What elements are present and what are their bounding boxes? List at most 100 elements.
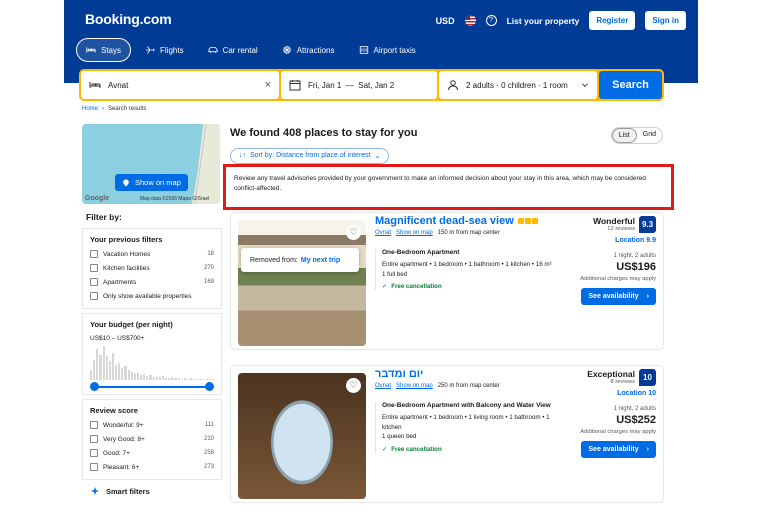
list-property-link[interactable]: List your property [507, 16, 580, 26]
filter-row[interactable]: Apartments 169 [90, 278, 214, 286]
property-card: ♡ Removed from: My next trip Magnificent… [230, 212, 664, 350]
star-icon [524, 218, 531, 224]
removed-label: Removed from: [250, 256, 298, 264]
location-score: Location 10 [617, 390, 656, 397]
score-word: Wonderful [593, 216, 635, 226]
property-title[interactable]: יום ומדבר [375, 368, 423, 380]
search-button[interactable]: Search [599, 71, 662, 99]
chevron-right-icon: › [646, 293, 649, 300]
currency-selector[interactable]: USD [436, 16, 455, 26]
dates-value: Fri, Jan 1 — Sat, Jan 2 [308, 80, 395, 90]
budget-slider[interactable] [90, 382, 214, 392]
smart-filters[interactable]: Smart filters [82, 486, 222, 496]
nav-attractions[interactable]: Attractions [272, 38, 345, 62]
property-title[interactable]: Magnificent dead-sea view [375, 215, 514, 227]
filter-row[interactable]: Very Good: 8+ 210 [90, 435, 214, 443]
guests-field[interactable]: 2 adults · 0 children · 1 room [439, 71, 597, 99]
slider-max-handle[interactable] [205, 382, 214, 391]
filter-label: Good: 7+ [103, 449, 130, 457]
show-on-map-button[interactable]: Show on map [115, 174, 188, 191]
see-availability-button[interactable]: See availability › [581, 441, 656, 458]
heart-icon[interactable]: ♡ [346, 378, 361, 393]
map-pin-icon [123, 178, 129, 187]
filter-label: Pleasant: 6+ [103, 463, 140, 471]
charges-note: Additional charges may apply [580, 276, 656, 282]
property-photo[interactable]: ♡ Removed from: My next trip [238, 220, 366, 346]
free-cancellation: ✓ Free cancellation [382, 283, 442, 290]
nav-car-rental[interactable]: Car rental [198, 38, 268, 62]
show-on-map-link[interactable]: Show on map [396, 383, 433, 389]
free-cancellation: ✓ Free cancellation [382, 445, 442, 453]
person-icon [448, 80, 458, 91]
chevron-down-icon: ⌄ [374, 153, 381, 160]
map-preview[interactable]: Show on map Google Map data ©2026 Mapa G… [82, 124, 220, 204]
checkbox[interactable] [90, 292, 98, 300]
dates-field[interactable]: Fri, Jan 1 — Sat, Jan 2 [281, 71, 437, 99]
removed-list-link[interactable]: My next trip [301, 257, 340, 264]
clear-icon[interactable]: × [265, 79, 271, 91]
destination-input[interactable]: Avnat [108, 81, 258, 90]
checkbox[interactable] [90, 264, 98, 272]
nav-stays[interactable]: Stays [76, 38, 132, 62]
nights-guests: 1 night, 2 adults [613, 253, 656, 259]
checkbox[interactable] [90, 421, 98, 429]
checkbox[interactable] [90, 449, 98, 457]
nav-car-rental-label: Car rental [222, 45, 258, 55]
property-card: ♡ יום ומדבר Ovnat Show on map 250 m from… [230, 365, 664, 503]
filter-row[interactable]: Wonderful: 9+ 111 [90, 421, 214, 429]
see-availability-button[interactable]: See availability › [581, 288, 656, 305]
checkbox[interactable] [90, 250, 98, 258]
show-on-map-link[interactable]: Show on map [396, 230, 433, 236]
score-badge[interactable]: 10 [639, 369, 656, 386]
breadcrumb-home[interactable]: Home [82, 106, 98, 112]
star-icon [531, 218, 538, 224]
review-score-title: Review score [90, 406, 138, 415]
filter-row[interactable]: Good: 7+ 258 [90, 449, 214, 457]
register-button[interactable]: Register [589, 11, 636, 30]
distance-text: 150 m from map center [437, 230, 500, 236]
score-word: Exceptional [587, 369, 635, 379]
chevron-right-icon: › [646, 446, 649, 453]
price: US$252 [616, 414, 656, 426]
view-toggle: List Grid [610, 127, 663, 144]
filter-count: 18 [207, 251, 214, 257]
budget-histogram [90, 346, 214, 380]
us-flag-icon[interactable] [464, 15, 476, 26]
property-photo[interactable]: ♡ [238, 373, 366, 499]
filter-row[interactable]: Pleasant: 6+ 273 [90, 463, 214, 471]
filter-row[interactable]: Only show available properties [90, 292, 214, 300]
review-count: 12 reviews [607, 226, 635, 232]
booking-logo[interactable]: Booking.com [85, 11, 172, 27]
view-grid-button[interactable]: Grid [637, 128, 662, 143]
nav-flights[interactable]: Flights [135, 38, 194, 62]
destination-field[interactable]: Avnat × [81, 71, 279, 99]
attractions-icon [282, 46, 291, 54]
location-link[interactable]: Ovnat [375, 383, 391, 389]
signin-button[interactable]: Sign in [645, 11, 686, 30]
location-score: Location 9.9 [615, 237, 656, 244]
filter-row[interactable]: Kitchen facilities 270 [90, 264, 214, 272]
unit-name: One-Bedroom Apartment [382, 249, 460, 256]
chevron-down-icon[interactable] [581, 81, 589, 89]
checkbox[interactable] [90, 278, 98, 286]
budget-title: Your budget (per night) [90, 320, 173, 329]
check-icon: ✓ [382, 445, 388, 453]
score-badge[interactable]: 9.3 [639, 216, 656, 233]
checkbox[interactable] [90, 463, 98, 471]
slider-min-handle[interactable] [90, 382, 99, 391]
search-bar: Avnat × Fri, Jan 1 — Sat, Jan 2 2 adults… [79, 69, 664, 101]
location-link[interactable]: Ovnat [375, 230, 391, 236]
nav-airport-taxis[interactable]: Airport taxis [349, 38, 426, 62]
filter-row[interactable]: Vacation Homes 18 [90, 250, 214, 258]
view-list-button[interactable]: List [611, 128, 637, 143]
nav-stays-label: Stays [101, 45, 122, 55]
help-icon[interactable]: ? [485, 15, 497, 26]
filter-count: 273 [203, 464, 214, 470]
checkbox[interactable] [90, 435, 98, 443]
charges-note: Additional charges may apply [580, 429, 656, 435]
calendar-icon [289, 80, 301, 91]
heart-icon[interactable]: ♡ [346, 225, 361, 240]
check-icon: ✓ [382, 283, 388, 290]
sort-button[interactable]: ↓↑ Sort by: Distance from place of inter… [230, 148, 390, 164]
unit-description: Entire apartment • 1 bedroom • 1 bathroo… [382, 261, 552, 268]
